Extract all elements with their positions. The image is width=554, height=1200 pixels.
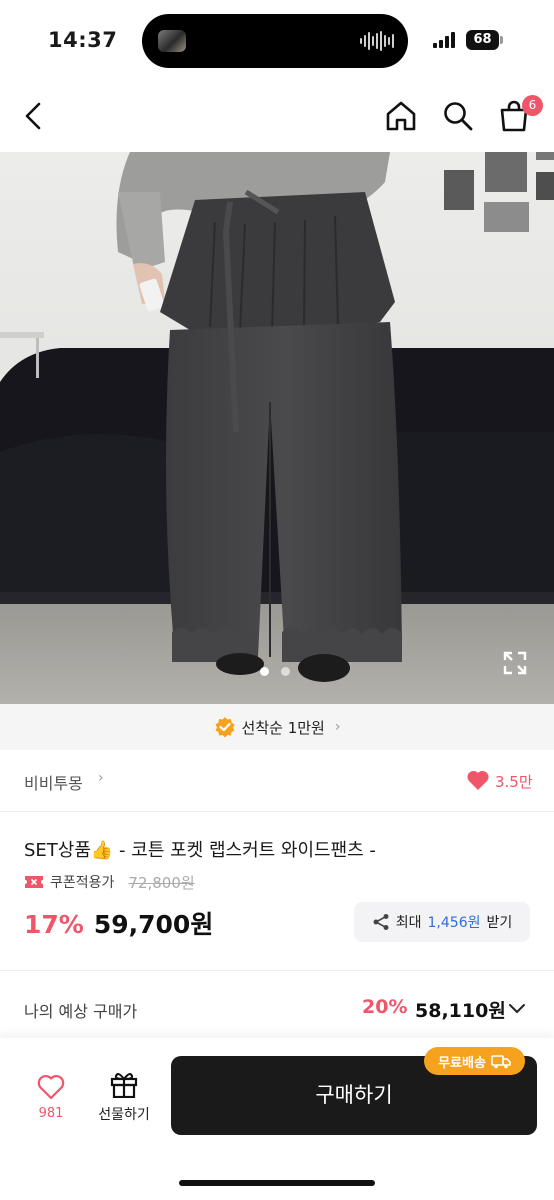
- search-icon: [444, 102, 473, 131]
- product-image-gallery[interactable]: [0, 152, 554, 704]
- price-row: 17% 59,700원: [24, 905, 213, 941]
- gift-button[interactable]: 선물하기: [92, 1070, 156, 1128]
- home-indicator: [179, 1180, 375, 1186]
- brand-name-link[interactable]: 비비투몽: [24, 770, 83, 794]
- now-playing-thumbnail: [158, 30, 186, 52]
- promo-check-icon: [215, 717, 235, 738]
- truck-icon: [491, 1054, 511, 1068]
- free-shipping-label: 무료배송: [438, 1055, 486, 1071]
- nav-bar: [0, 86, 554, 150]
- coupon-label: 쿠폰적용가: [50, 875, 115, 891]
- home-button[interactable]: [381, 96, 421, 136]
- battery-icon: 68: [466, 30, 499, 50]
- promo-banner[interactable]: 선착순 1만원 ›: [0, 704, 554, 750]
- gift-label: 선물하기: [98, 1107, 150, 1123]
- chevron-down-icon[interactable]: [507, 998, 527, 1018]
- status-time: 14:37: [48, 28, 118, 52]
- reward-prefix: 최대: [395, 915, 422, 931]
- estimated-discount: 20%: [362, 996, 408, 1018]
- status-bar: 14:37 68: [0, 0, 554, 82]
- share-icon: [373, 914, 389, 930]
- expand-button[interactable]: [502, 650, 528, 676]
- discount-rate: 17%: [24, 910, 84, 939]
- wishlist-button[interactable]: 981: [24, 1070, 78, 1128]
- sale-price: 59,700원: [93, 910, 214, 939]
- back-button[interactable]: [14, 96, 54, 136]
- product-photo: [0, 152, 554, 704]
- cart-count-badge: 6: [522, 95, 543, 116]
- estimated-price-label: 나의 예상 구매가: [24, 1002, 138, 1021]
- like-count: 3.5만: [495, 773, 533, 791]
- promo-text: 선착순 1만원: [241, 718, 325, 737]
- estimated-price: 58,110원: [415, 1000, 506, 1022]
- product-title: SET상품👍 - 코튼 포켓 랩스커트 와이드팬츠 -: [24, 840, 376, 861]
- battery-tip: [500, 36, 503, 44]
- chevron-right-icon: ›: [334, 719, 341, 735]
- divider: [0, 970, 554, 971]
- back-arrow-icon: [25, 102, 41, 130]
- free-shipping-badge: 무료배송: [424, 1047, 525, 1075]
- reward-suffix: 받기: [486, 915, 513, 931]
- wishlist-count: 981: [38, 1106, 64, 1121]
- coupon-icon: [25, 876, 43, 888]
- share-reward-button[interactable]: 최대 1,456원 받기: [354, 902, 530, 942]
- search-button[interactable]: [438, 96, 478, 136]
- signal-icon: [433, 32, 455, 48]
- audio-wave-icon: [360, 31, 394, 51]
- heart-outline-icon: [37, 1075, 65, 1100]
- expand-icon: [503, 651, 527, 675]
- original-price: 72,800원: [128, 873, 195, 892]
- pagination-dot[interactable]: [281, 667, 290, 676]
- dynamic-island: [142, 14, 408, 68]
- home-icon: [386, 101, 416, 131]
- reward-amount: 1,456원: [427, 915, 481, 931]
- heart-icon[interactable]: [466, 769, 490, 791]
- gallery-pagination: [260, 667, 290, 676]
- coupon-row: 쿠폰적용가 72,800원: [24, 871, 195, 893]
- pagination-dot-active[interactable]: [260, 667, 269, 676]
- gift-icon: [110, 1073, 138, 1098]
- chevron-right-icon: ›: [98, 770, 104, 786]
